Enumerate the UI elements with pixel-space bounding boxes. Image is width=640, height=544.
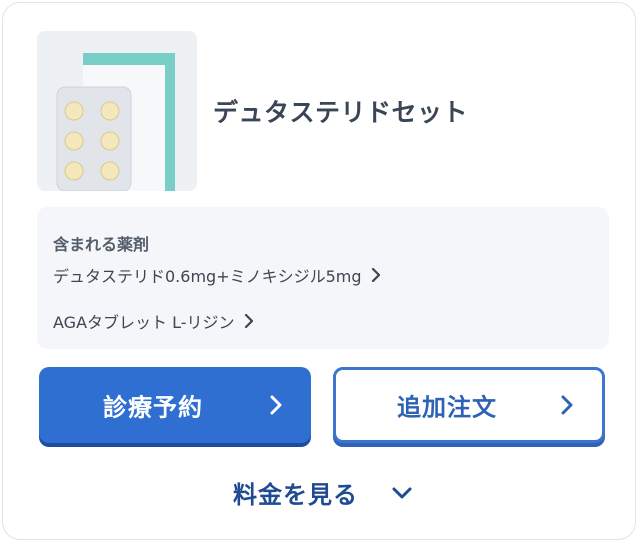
additional-order-button[interactable]: 追加注文 [333,367,605,443]
ingredient-label: AGAタブレット L-リジン [53,313,235,332]
chevron-right-icon [561,395,573,415]
ingredient-label: デュタステリド0.6mg+ミノキシジル5mg [53,267,362,286]
product-title: デュタステリドセット [213,98,469,127]
chevron-down-icon [392,487,412,498]
view-pricing-toggle[interactable]: 料金を見る [3,475,640,510]
additional-order-label: 追加注文 [397,393,497,422]
view-pricing-label: 料金を見る [232,481,358,509]
ingredients-heading: 含まれる薬剤 [53,235,150,254]
medication-pack-image [37,31,197,191]
product-card: デュタステリドセット 含まれる薬剤 デュタステリド0.6mg+ミノキシジル5mg… [2,2,636,540]
product-image [37,31,197,191]
chevron-right-icon [371,268,380,282]
chevron-right-icon [244,314,253,328]
consult-reservation-label: 診療予約 [103,393,203,422]
ingredient-link-aga-tablet[interactable]: AGAタブレット L-リジン [53,309,256,333]
ingredient-link-dutasteride-minoxidil[interactable]: デュタステリド0.6mg+ミノキシジル5mg [53,263,383,287]
chevron-right-icon [270,395,282,415]
ingredients-panel: 含まれる薬剤 デュタステリド0.6mg+ミノキシジル5mg AGAタブレット L… [37,207,609,349]
consult-reservation-button[interactable]: 診療予約 [39,367,311,443]
